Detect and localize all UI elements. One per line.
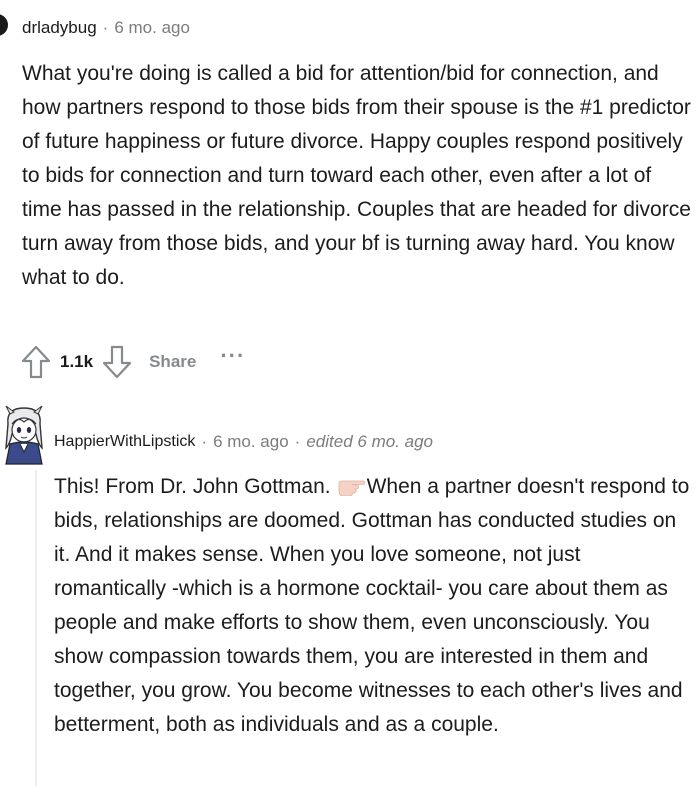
comment-meta: HappierWithLipstick · 6 mo. ago · edited… [54,430,433,454]
username[interactable]: HappierWithLipstick [54,433,195,451]
timestamp[interactable]: 6 mo. ago [213,432,289,452]
comment-actions: 1.1k Share ··· [20,343,245,381]
avatar[interactable] [0,14,8,36]
thread-line[interactable] [35,470,37,786]
comment-body-part: When a partner doesn't respond to bids, … [54,475,690,736]
comment-body-part: This! From Dr. John Gottman. [54,475,331,498]
comment-meta: drladybug · 6 mo. ago [22,16,190,40]
edited-label: edited 6 mo. ago [306,432,433,451]
comment-body: What you're doing is called a bid for at… [22,62,691,289]
comment-body: This! From Dr. John Gottman. When a part… [54,470,694,742]
avatar[interactable] [2,404,46,466]
downvote-icon[interactable] [101,344,133,380]
pointing-hand-emoji [337,473,365,497]
meta-separator: · [102,18,109,37]
vote-count: 1.1k [60,352,94,371]
share-button[interactable]: Share [149,352,196,372]
meta-separator: · [294,432,301,451]
meta-separator: · [201,432,208,451]
timestamp[interactable]: 6 mo. ago [114,18,190,38]
more-options-button[interactable]: ··· [220,343,245,369]
username[interactable]: drladybug [22,18,97,38]
upvote-icon[interactable] [20,344,52,380]
